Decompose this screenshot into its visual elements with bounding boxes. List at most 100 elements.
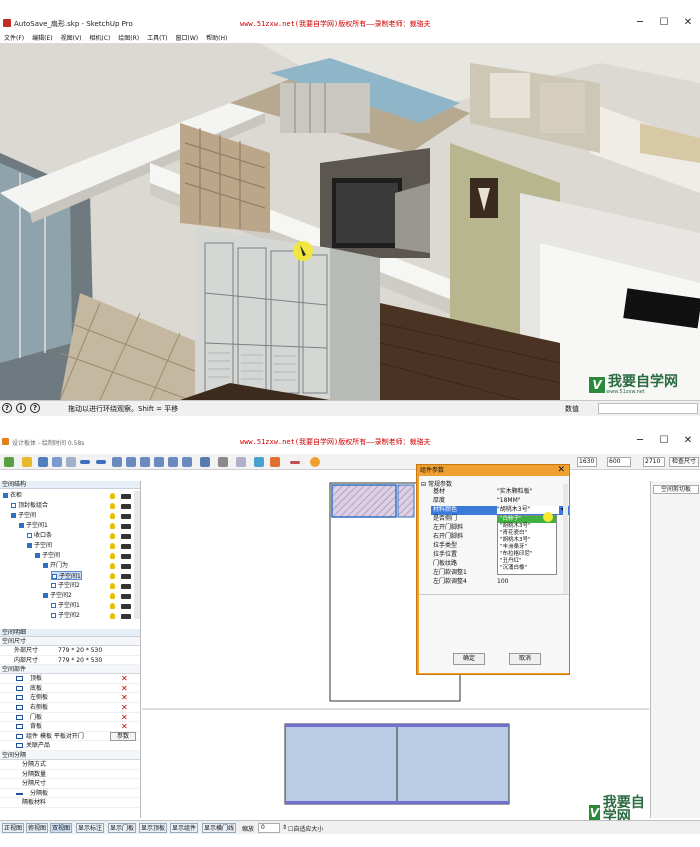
material-icon[interactable]: [254, 457, 264, 467]
grid-icon[interactable]: [140, 457, 150, 467]
bulb-icon[interactable]: [110, 503, 115, 509]
bulb-icon[interactable]: [110, 523, 115, 529]
show-door-lines-button[interactable]: 显示横门线: [202, 823, 237, 833]
visibility-icon[interactable]: [121, 514, 131, 519]
print-icon[interactable]: [66, 457, 76, 467]
measure-icon[interactable]: [290, 461, 300, 464]
minimize-icon[interactable]: ─: [630, 17, 650, 28]
zoom-field[interactable]: 0: [258, 823, 280, 833]
section-space-split[interactable]: 空间分隔: [0, 750, 140, 760]
part-row[interactable]: 底板 ✕: [0, 684, 140, 694]
tree-node[interactable]: 收口条: [27, 531, 52, 540]
tree-node[interactable]: 开门为: [43, 561, 68, 570]
visibility-icon[interactable]: [121, 604, 131, 609]
panel-icon[interactable]: [182, 457, 192, 467]
visibility-icon[interactable]: [121, 584, 131, 589]
bulb-icon[interactable]: [110, 533, 115, 539]
menu-camera[interactable]: 相机(C): [85, 34, 114, 43]
part-row[interactable]: 门板 ✕: [0, 713, 140, 723]
new-icon[interactable]: [4, 457, 14, 467]
section-space-size[interactable]: 空间尺寸: [0, 637, 140, 646]
show-dimensions-button[interactable]: 显示标注: [76, 823, 105, 833]
hinge-icon[interactable]: [218, 457, 228, 467]
dual-view-button[interactable]: 双视图: [50, 823, 73, 833]
visibility-icon[interactable]: [121, 544, 131, 549]
bulb-icon[interactable]: [110, 583, 115, 589]
tree-node[interactable]: 子空间2: [43, 591, 72, 600]
close-icon[interactable]: ✕: [678, 17, 698, 28]
columns-icon[interactable]: [154, 457, 164, 467]
dropdown-option[interactable]: "布拉格印尼": [498, 551, 556, 558]
part-row[interactable]: 顶板 ✕: [0, 674, 140, 684]
bulb-icon[interactable]: [110, 493, 115, 499]
bulb-icon[interactable]: [110, 563, 115, 569]
dialog-close-icon[interactable]: ✕: [557, 465, 565, 476]
bulb-icon[interactable]: [110, 553, 115, 559]
bulb-icon[interactable]: [110, 603, 115, 609]
split-v-icon[interactable]: [112, 457, 122, 467]
split-row[interactable]: 分隔数量: [0, 770, 140, 780]
cancel-button[interactable]: 取消: [509, 653, 541, 665]
user-icon[interactable]: ?: [30, 403, 40, 413]
visibility-icon[interactable]: [121, 574, 131, 579]
3d-viewport[interactable]: V 我要自学网 www.51zxw.net: [0, 43, 700, 400]
tree-scrollbar[interactable]: [134, 491, 140, 619]
menu-tools[interactable]: 工具(T): [143, 34, 171, 43]
minimize-icon-2[interactable]: ─: [630, 435, 650, 446]
tab-space-clipboard[interactable]: 空间剪切板: [653, 485, 699, 494]
menu-window[interactable]: 窗口(W): [172, 34, 203, 43]
depth-field[interactable]: 600: [607, 457, 631, 467]
show-top-button[interactable]: 显示顶板: [139, 823, 168, 833]
menu-view[interactable]: 视图(V): [57, 34, 86, 43]
tree-node[interactable]: 顶封板组合: [11, 501, 48, 510]
measurements-input[interactable]: [598, 403, 698, 414]
split-row[interactable]: 分隔方式: [0, 760, 140, 770]
design-canvas[interactable]: V 我要自学网 www.51zxw.net: [142, 481, 649, 830]
maximize-icon-2[interactable]: ☐: [654, 435, 674, 446]
dropdown-option[interactable]: "青花瓷白": [498, 530, 556, 537]
maximize-icon[interactable]: ☐: [654, 17, 674, 28]
dropdown-option[interactable]: "胡桃木3号": [498, 537, 556, 544]
part-row[interactable]: 左侧板 ✕: [0, 693, 140, 703]
param-row[interactable]: 基材 "实木颗粒板": [433, 488, 569, 497]
visibility-icon[interactable]: [121, 504, 131, 509]
color-icon[interactable]: [270, 457, 280, 467]
visibility-icon[interactable]: [121, 564, 131, 569]
tree-node[interactable]: 子空间: [35, 551, 60, 560]
split-row[interactable]: 隔板材料: [0, 798, 140, 808]
visibility-icon[interactable]: [121, 494, 131, 499]
tree-node[interactable]: 子空间: [11, 511, 36, 520]
door-icon[interactable]: [200, 457, 210, 467]
align-middle-icon[interactable]: [96, 460, 106, 464]
tree-node[interactable]: 衣柜: [3, 491, 22, 500]
tree-node[interactable]: 子空间2: [51, 611, 80, 620]
width-field[interactable]: 1630: [577, 457, 597, 467]
visibility-icon[interactable]: [121, 534, 131, 539]
dialog-scrollbar[interactable]: [563, 484, 568, 594]
show-components-button[interactable]: 显示组件: [170, 823, 199, 833]
height-field[interactable]: 2710: [643, 457, 665, 467]
visibility-icon[interactable]: [121, 594, 131, 599]
bulb-icon[interactable]: [110, 513, 115, 519]
ok-button[interactable]: 确定: [453, 653, 485, 665]
tree-node[interactable]: 子空间: [27, 541, 52, 550]
bulb-icon[interactable]: [110, 613, 115, 619]
param-row[interactable]: 左门款调整4 100: [433, 578, 569, 587]
related-row[interactable]: 关联产品: [0, 741, 140, 751]
visibility-icon[interactable]: [121, 554, 131, 559]
section-space-parts[interactable]: 空间部件: [0, 665, 140, 675]
dropdown-option[interactable]: "胡桃木3号": [498, 523, 556, 530]
close-icon-2[interactable]: ✕: [678, 435, 698, 446]
param-row[interactable]: 厚度 "18MM": [433, 497, 569, 506]
tree-node[interactable]: 子空间1: [51, 601, 80, 610]
dropdown-option[interactable]: "丑丹红": [498, 558, 556, 565]
dialog-section[interactable]: ⊟ 常规参数: [421, 479, 452, 488]
export-icon[interactable]: [52, 457, 62, 467]
save-icon[interactable]: [38, 457, 48, 467]
tree-node[interactable]: 子空间1: [19, 521, 48, 530]
rows-icon[interactable]: [168, 457, 178, 467]
align-top-icon[interactable]: [80, 460, 90, 464]
autofit-checkbox[interactable]: ☐自适应大小: [288, 824, 323, 833]
bulb-icon[interactable]: [110, 593, 115, 599]
split-h-icon[interactable]: [126, 457, 136, 467]
